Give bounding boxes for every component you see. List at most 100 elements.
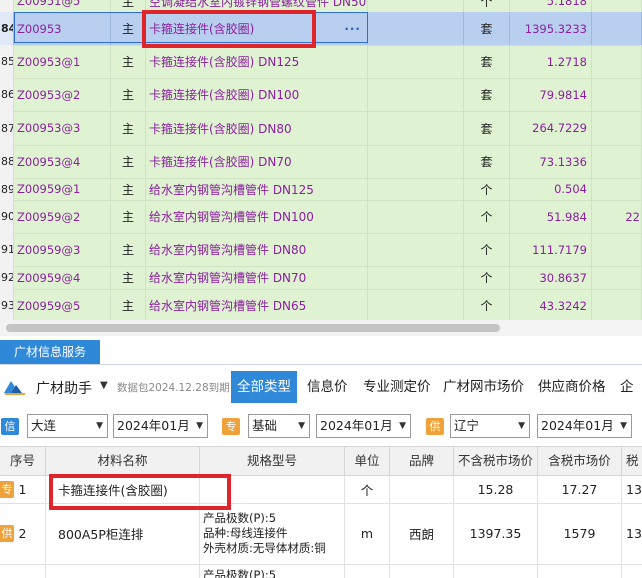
cell-no[interactable] (0, 564, 46, 578)
grid-row[interactable]: 87 Z00953@3 主卡箍连接件(含胶圈) DN80 套 264.7229 (0, 111, 642, 146)
header-price-in-tax[interactable]: 含税市场价 (538, 447, 622, 475)
grid-cell-spec[interactable] (368, 12, 464, 45)
cell-price-ex-tax[interactable]: 15.28 (454, 475, 538, 503)
table-row[interactable]: 1 专卡箍连接件(含胶圈) 个 15.28 17.27 13 (0, 475, 642, 504)
app-name[interactable]: 广材助手 (36, 378, 92, 398)
cell-tax[interactable]: 13 (622, 475, 642, 503)
grid-cell-cat[interactable]: 主 (111, 289, 146, 320)
grid-cell-name[interactable]: 卡箍连接件(含胶圈) DN100 (146, 78, 368, 111)
grid-cell-spec[interactable] (368, 233, 464, 266)
grid-cell-code[interactable]: Z00959@3 (14, 233, 111, 266)
grid-cell-more[interactable] (592, 45, 642, 78)
grid-cell-code[interactable]: Z00959@5 (14, 289, 111, 320)
grid-cell-unit[interactable]: 套 (464, 45, 510, 78)
grid-row[interactable]: 86 Z00953@2 主卡箍连接件(含胶圈) DN100 套 79.9814 (0, 78, 642, 112)
table-row[interactable]: 2 供 800A5P柜连排 产品极数(P):5 品种:母线连接件 外壳材质:无导体材质:铜… (0, 503, 642, 565)
cell-unit[interactable]: 个 (345, 475, 390, 503)
grid-cell-idx[interactable]: 86 (0, 78, 14, 111)
cell-spec[interactable] (200, 475, 345, 503)
grid-cell-qty[interactable]: 73.1336 (510, 145, 592, 178)
grid-cell-more[interactable] (592, 233, 642, 266)
tab-professional-price[interactable]: 专业测定价 (363, 371, 431, 403)
supplier-period-select[interactable]: 2024年01月 ▼ (537, 414, 632, 438)
grid-cell-name[interactable]: 给水室内钢管沟槽管件 DN65 (146, 289, 368, 320)
grid-cell-spec[interactable] (368, 78, 464, 111)
tab-enterprise[interactable]: 企业 (620, 371, 642, 427)
grid-cell-name[interactable]: 给水室内钢管沟槽管件 DN125 (146, 178, 368, 200)
professional-period-select[interactable]: 2024年01月 ▼ (316, 414, 411, 438)
header-spec[interactable]: 规格型号 (200, 447, 345, 475)
grid-row[interactable]: 90 Z00959@2 主给水室内钢管沟槽管件 DN100 个 51.984 22 (0, 200, 642, 234)
grid-cell-more[interactable] (592, 266, 642, 289)
grid-cell-idx[interactable]: 89 (0, 178, 14, 200)
grid-cell-code[interactable]: Z00953@2 (14, 78, 111, 111)
grid-cell-more[interactable] (592, 178, 642, 200)
grid-cell-qty[interactable]: 111.7179 (510, 233, 592, 266)
grid-cell-qty[interactable]: 43.3242 (510, 289, 592, 320)
grid-cell-spec[interactable] (368, 0, 464, 12)
grid-cell-code[interactable]: Z00953@1 (14, 45, 111, 78)
grid-row[interactable]: 92 Z00959@4 主给水室内钢管沟槽管件 DN70 个 30.8637 (0, 266, 642, 290)
grid-cell-cat[interactable]: 主 (111, 111, 146, 145)
grid-cell-idx[interactable] (0, 0, 14, 12)
grid-cell-unit[interactable]: 套 (464, 12, 510, 45)
app-menu-caret-icon[interactable]: ▼ (100, 380, 108, 391)
cell-price-in-tax[interactable]: 1579 (538, 503, 622, 564)
grid-cell-spec[interactable] (368, 45, 464, 78)
grid-cell-cat[interactable]: 主 (111, 0, 146, 12)
grid-cell-qty[interactable]: 264.7229 (510, 111, 592, 145)
cell-brand[interactable] (390, 564, 454, 578)
grid-row[interactable]: 89 Z00959@1 主给水室内钢管沟槽管件 DN125 个 0.504 (0, 178, 642, 201)
grid-cell-code[interactable]: Z00951@5 (14, 0, 111, 12)
cell-brand[interactable]: 西朗 (390, 503, 454, 564)
info-period-select[interactable]: 2024年01月 ▼ (113, 414, 208, 438)
header-material-name[interactable]: 材料名称 (46, 447, 200, 475)
grid-cell-idx[interactable]: 91 (0, 233, 14, 266)
grid-cell-spec[interactable] (368, 145, 464, 178)
grid-cell-qty[interactable]: 30.8637 (510, 266, 592, 289)
grid-cell-name[interactable]: 给水室内钢管沟槽管件 DN100 (146, 200, 368, 233)
grid-cell-code[interactable]: Z00953@4 (14, 145, 111, 178)
cell-no[interactable]: 2供 (0, 503, 46, 564)
grid-cell-idx[interactable]: 90 (0, 200, 14, 233)
grid-cell-qty[interactable]: 0.504 (510, 178, 592, 200)
grid-cell-cat[interactable]: 主 (111, 233, 146, 266)
grid-cell-qty[interactable]: 51.984 (510, 200, 592, 233)
grid-cell-name[interactable]: 空调凝结水室内镀锌钢管螺纹管件 DN50 (146, 0, 368, 12)
grid-cell-unit[interactable]: 个 (464, 266, 510, 289)
grid-cell-unit[interactable]: 个 (464, 178, 510, 200)
grid-cell-spec[interactable] (368, 111, 464, 145)
table-row[interactable]: 产品极数(P):5 (0, 564, 642, 578)
header-unit[interactable]: 单位 (345, 447, 390, 475)
cell-spec[interactable]: 产品极数(P):5 品种:母线连接件 外壳材质:无导体材质:铜 (200, 503, 345, 564)
cell-tax[interactable] (622, 564, 642, 578)
grid-cell-cat[interactable]: 主 (111, 145, 146, 178)
grid-cell-code[interactable]: Z00959@1 (14, 178, 111, 200)
scrollbar-thumb[interactable] (6, 324, 500, 332)
cell-material-name[interactable]: 800A5P柜连排 (46, 503, 200, 564)
more-options-icon[interactable]: ··· (344, 22, 361, 36)
grid-cell-idx[interactable]: 92 (0, 266, 14, 289)
cell-price-in-tax[interactable] (538, 564, 622, 578)
grid-cell-cat[interactable]: 主 (111, 12, 146, 45)
cell-price-ex-tax[interactable]: 1397.35 (454, 503, 538, 564)
cell-brand[interactable] (390, 475, 454, 503)
header-tax[interactable]: 税 (622, 447, 642, 475)
grid-row[interactable]: 93 Z00959@5 主给水室内钢管沟槽管件 DN65 个 43.3242 (0, 289, 642, 320)
grid-cell-more[interactable] (592, 111, 642, 145)
grid-cell-unit[interactable]: 套 (464, 111, 510, 145)
grid-cell-more[interactable] (592, 289, 642, 320)
grid-cell-name[interactable]: 卡箍连接件(含胶圈) ··· (146, 12, 368, 45)
grid-cell-idx[interactable]: 87 (0, 111, 14, 145)
grid-cell-name[interactable]: 卡箍连接件(含胶圈) DN70 (146, 145, 368, 178)
professional-type-select[interactable]: 基础 ▼ (248, 414, 310, 438)
grid-cell-spec[interactable] (368, 200, 464, 233)
cell-no[interactable]: 1专 (0, 475, 46, 503)
tab-supplier-price[interactable]: 供应商价格 (538, 371, 606, 403)
grid-cell-code[interactable]: Z00953 (14, 12, 111, 45)
grid-cell-unit[interactable]: 个 (464, 200, 510, 233)
grid-cell-more[interactable] (592, 12, 642, 45)
horizontal-scrollbar[interactable] (0, 320, 642, 336)
grid-cell-qty[interactable]: 1395.3233 (510, 12, 592, 45)
grid-cell-code[interactable]: Z00959@4 (14, 266, 111, 289)
